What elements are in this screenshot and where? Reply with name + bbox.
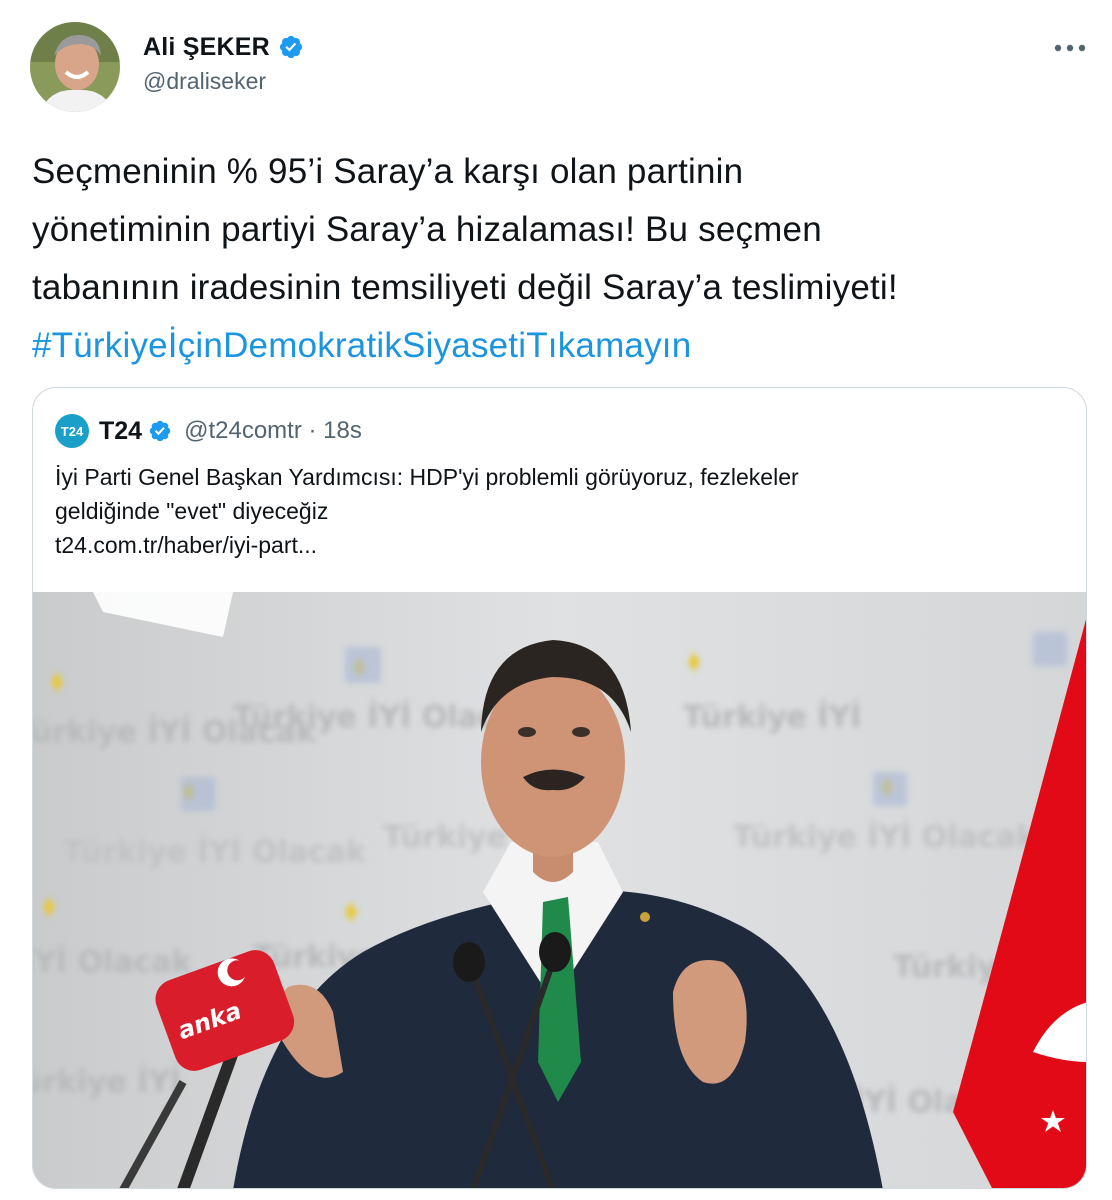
press-conference-photo: Türkiye İYİ Olacak Türkiye İYİ Olacak Tü… bbox=[33, 592, 1086, 1188]
hashtag-link[interactable]: #TürkiyeİçinDemokratikSiyasetiTıkamayın bbox=[32, 317, 1092, 375]
svg-text:İYİ Olacak: İYİ Olacak bbox=[33, 944, 193, 980]
quoted-link[interactable]: t24.com.tr/haber/iyi-part... bbox=[55, 528, 1055, 562]
quoted-display-name: T24 bbox=[99, 416, 143, 445]
avatar[interactable] bbox=[30, 22, 120, 112]
quoted-avatar: T24 bbox=[55, 414, 89, 448]
author-display-name[interactable]: Ali ŞEKER bbox=[143, 33, 270, 62]
svg-text:Türkiye: Türkiye bbox=[383, 820, 507, 855]
avatar-image bbox=[30, 22, 120, 112]
tweet-text-line: tabanının iradesinin temsiliyeti değil S… bbox=[32, 268, 898, 307]
tweet-text-line: Seçmeninin % 95’i Saray’a karşı olan par… bbox=[32, 152, 744, 191]
author-handle[interactable]: @draliseker bbox=[143, 68, 304, 95]
more-horizontal-icon[interactable] bbox=[1050, 36, 1090, 60]
author-names: Ali ŞEKER @draliseker bbox=[143, 30, 304, 95]
svg-text:Türkiye İYİ: Türkiye İYİ bbox=[683, 699, 861, 735]
display-name-row: Ali ŞEKER bbox=[143, 30, 304, 64]
quoted-tweet[interactable]: T24 T24 @t24comtr · 18s İyi Parti Genel … bbox=[32, 387, 1087, 1189]
quoted-tweet-header: T24 T24 @t24comtr · 18s bbox=[55, 414, 362, 448]
quoted-tweet-text: İyi Parti Genel Başkan Yardımcısı: HDP'y… bbox=[55, 460, 1055, 562]
svg-text:Türkiye İYİ Olacak: Türkiye İYİ Olacak bbox=[63, 834, 367, 870]
quoted-text-line: İyi Parti Genel Başkan Yardımcısı: HDP'y… bbox=[55, 464, 799, 490]
quoted-text-line: geldiğinde "evet" diyeceğiz bbox=[55, 498, 329, 524]
tweet-text: Seçmeninin % 95’i Saray’a karşı olan par… bbox=[32, 143, 1092, 375]
svg-text:Türkiye İYİ Olacak: Türkiye İYİ Olacak bbox=[733, 819, 1037, 855]
quoted-handle-time: @t24comtr · 18s bbox=[184, 417, 362, 444]
tweet-header: Ali ŞEKER @draliseker bbox=[30, 22, 1090, 112]
verified-badge-icon bbox=[278, 34, 304, 60]
quoted-tweet-photo[interactable]: Türkiye İYİ Olacak Türkiye İYİ Olacak Tü… bbox=[33, 592, 1086, 1188]
tweet-text-line: yönetiminin partiyi Saray’a hizalaması! … bbox=[32, 210, 822, 249]
svg-text:Türkiye İYİ: Türkiye İYİ bbox=[33, 1064, 181, 1100]
tweet-card: Ali ŞEKER @draliseker Seçmeninin % 95’i … bbox=[0, 0, 1112, 1200]
verified-badge-icon bbox=[148, 419, 172, 443]
